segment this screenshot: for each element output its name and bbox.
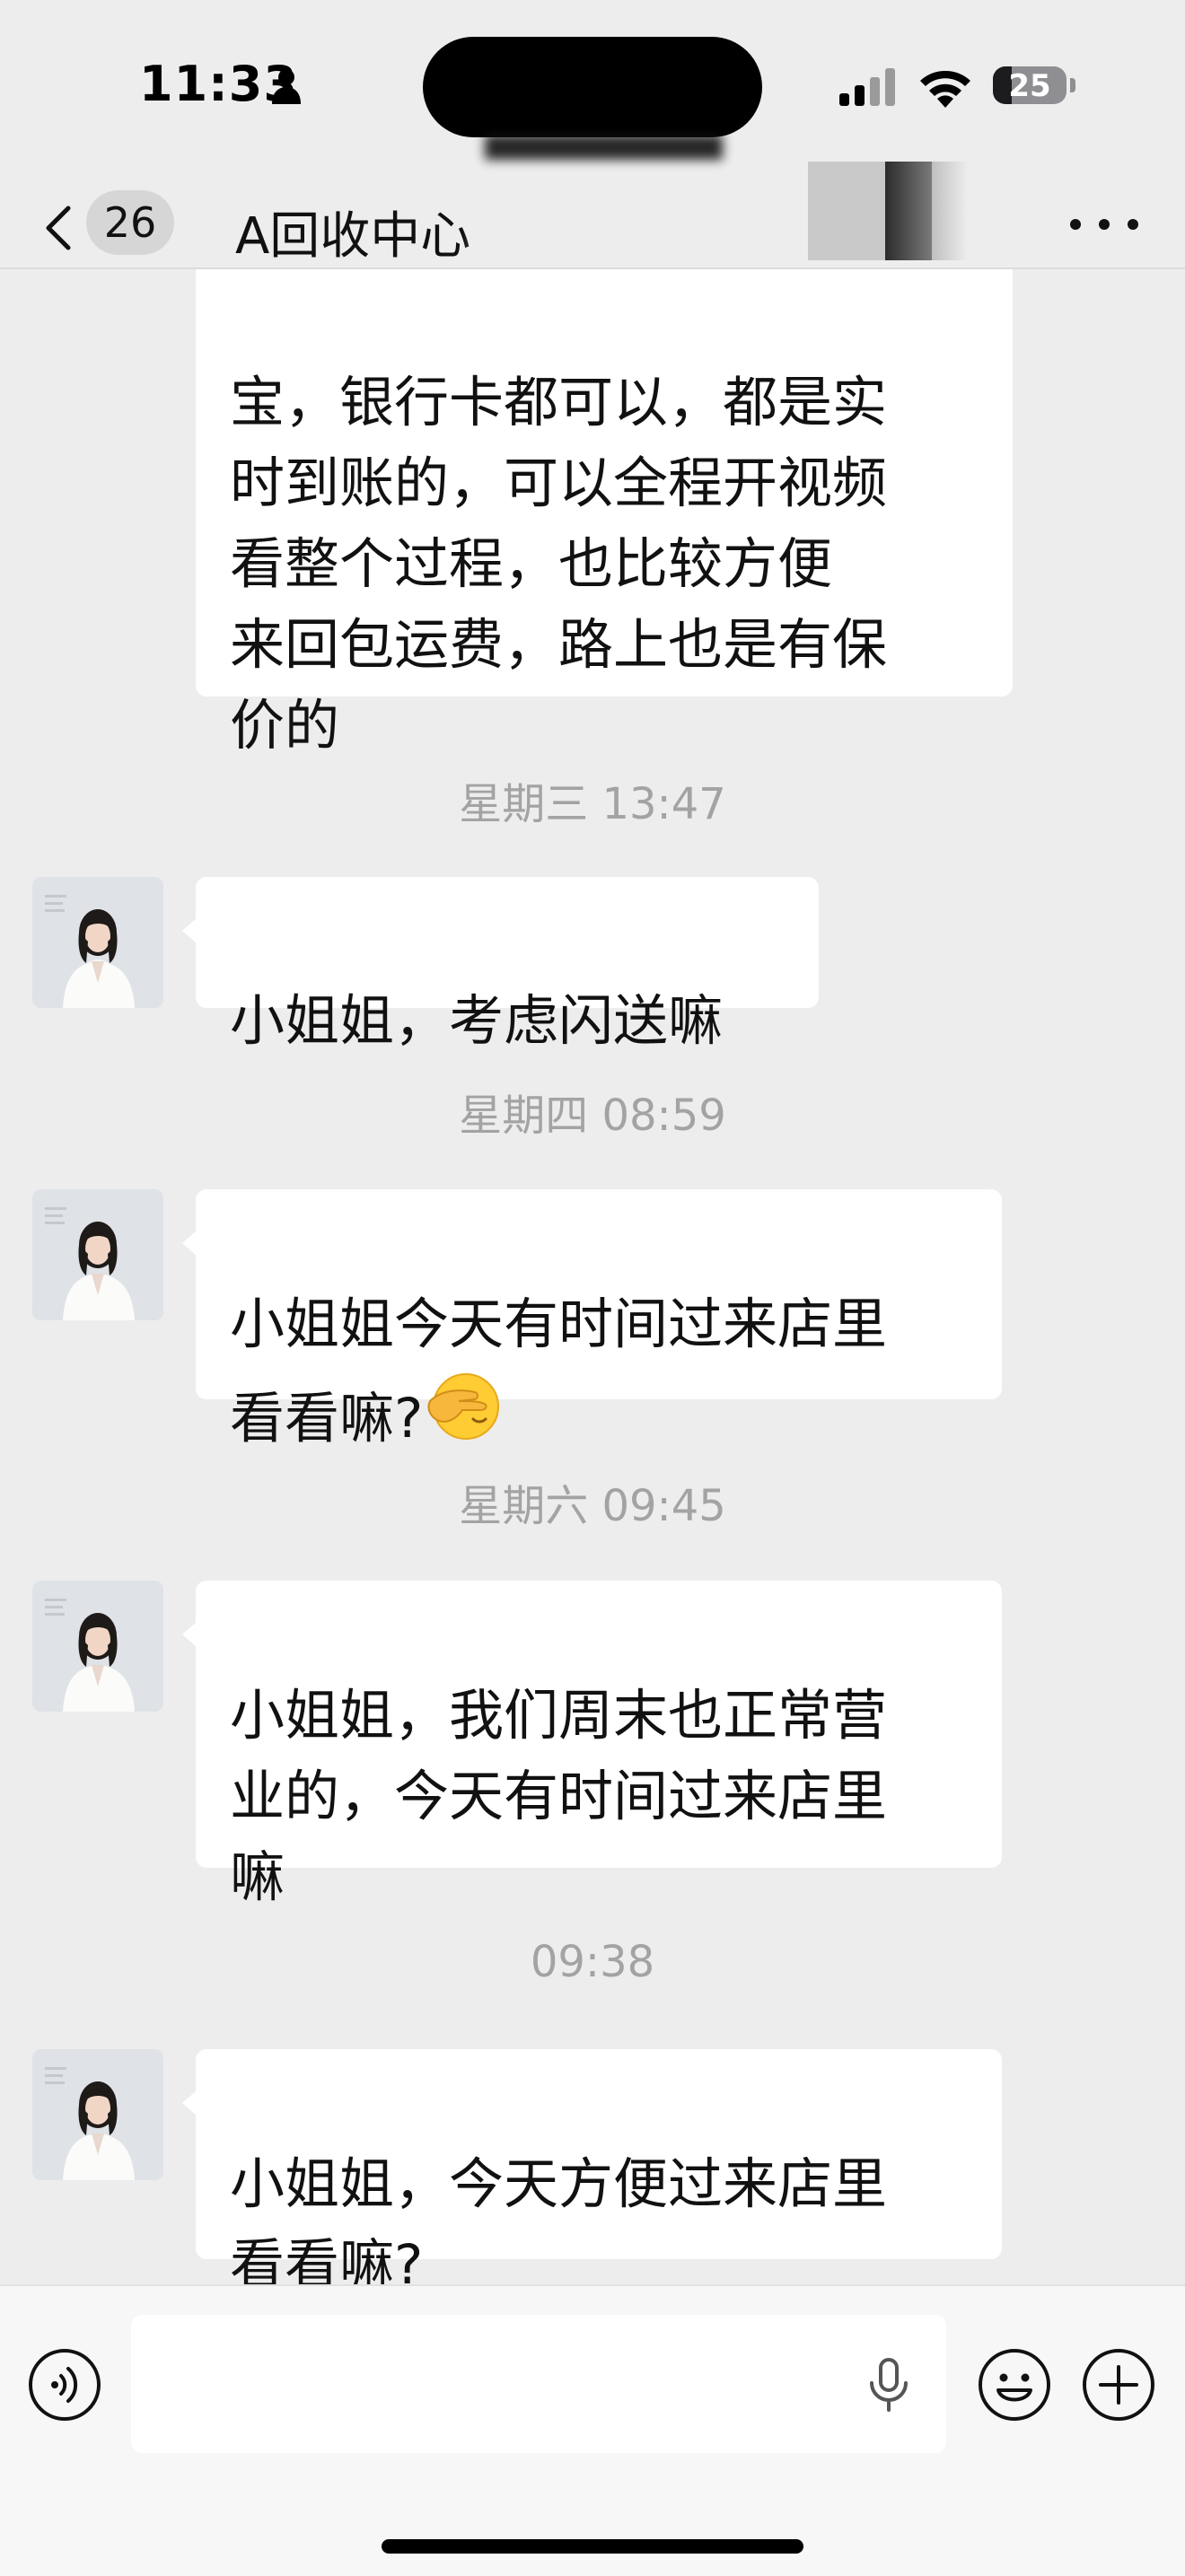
message-bubble[interactable]: 小姐姐今天有时间过来店里 看看嘛? — [196, 1189, 1002, 1450]
timestamp: 星期六 09:45 — [459, 1481, 726, 1531]
status-bar: 11:33 25 — [0, 0, 1185, 180]
microphone-icon[interactable] — [864, 2358, 914, 2414]
message-bubble[interactable]: 小姐姐，今天方便过来店里 看看嘛? — [196, 2049, 1002, 2284]
title-redaction-block-dark — [885, 162, 932, 260]
message-bubble[interactable]: 小姐姐，考虑闪送嘛 — [196, 877, 819, 1053]
timestamp: 星期四 08:59 — [459, 1091, 726, 1141]
title-redaction-block — [808, 162, 885, 260]
more-dots-icon — [1128, 219, 1138, 230]
back-button[interactable]: 26 — [36, 180, 189, 267]
redaction-shadow — [485, 135, 723, 160]
more-options-button[interactable] — [1066, 201, 1142, 246]
unread-count-badge: 26 — [86, 190, 174, 255]
input-bar — [0, 2284, 1185, 2576]
signal-icon — [839, 68, 895, 106]
contact-avatar[interactable] — [32, 2049, 163, 2180]
avatar-portrait — [32, 2049, 163, 2180]
message-bubble[interactable]: 小姐姐，我们周末也正常营 业的，今天有时间过来店里 嘛 — [196, 1581, 1002, 1909]
message-text: 小姐姐，今天方便过来店里 看看嘛? — [230, 2152, 888, 2284]
avatar-portrait — [32, 1189, 163, 1320]
more-dots-icon — [1070, 219, 1081, 230]
bubble-tail — [182, 918, 197, 943]
message-text: 宝，银行卡都可以，都是实 时到账的，可以全程开视频 看整个过程，也比较方便 来回… — [230, 371, 888, 758]
message-text: 小姐姐，考虑闪送嘛 — [230, 989, 724, 1053]
avatar-portrait — [32, 1581, 163, 1712]
contact-avatar[interactable] — [32, 1189, 163, 1320]
bubble-tail — [182, 1231, 197, 1256]
message-text: 小姐姐，我们周末也正常营 业的，今天有时间过来店里 嘛 — [230, 1684, 888, 1909]
more-dots-icon — [1099, 219, 1110, 230]
plus-icon[interactable] — [1081, 2347, 1156, 2423]
message-bubble[interactable]: 宝，银行卡都可以，都是实 时到账的，可以全程开视频 看整个过程，也比较方便 来回… — [196, 269, 1013, 758]
contact-avatar[interactable] — [32, 877, 163, 1008]
bubble-tail — [182, 2090, 197, 2116]
avatar-portrait — [32, 877, 163, 1008]
title-redaction-edge — [932, 162, 968, 260]
battery-level: 25 — [1008, 68, 1051, 104]
battery-nub — [1070, 78, 1075, 92]
wifi-icon — [920, 70, 970, 108]
face-with-hand-over-eye-emoji — [427, 1373, 500, 1440]
chevron-left-icon — [46, 206, 71, 250]
emoji-icon[interactable] — [977, 2347, 1052, 2423]
message-input[interactable] — [131, 2315, 946, 2453]
message-text: 小姐姐今天有时间过来店里 看看嘛? — [230, 1292, 888, 1450]
home-indicator[interactable] — [382, 2539, 803, 2554]
chat-header: 26 A回收中心 — [0, 162, 1185, 269]
voice-icon[interactable] — [27, 2347, 102, 2423]
chat-title: A回收中心 — [235, 207, 471, 266]
bubble-tail — [182, 1622, 197, 1647]
battery-icon: 25 — [993, 66, 1066, 104]
person-icon — [272, 69, 301, 104]
title-redaction-fade — [463, 197, 517, 255]
contact-avatar[interactable] — [32, 1581, 163, 1712]
timestamp: 星期三 13:47 — [459, 779, 726, 829]
dynamic-island — [423, 37, 762, 137]
timestamp: 09:38 — [530, 1937, 655, 1987]
message-list[interactable]: 宝，银行卡都可以，都是实 时到账的，可以全程开视频 看整个过程，也比较方便 来回… — [0, 269, 1185, 2284]
